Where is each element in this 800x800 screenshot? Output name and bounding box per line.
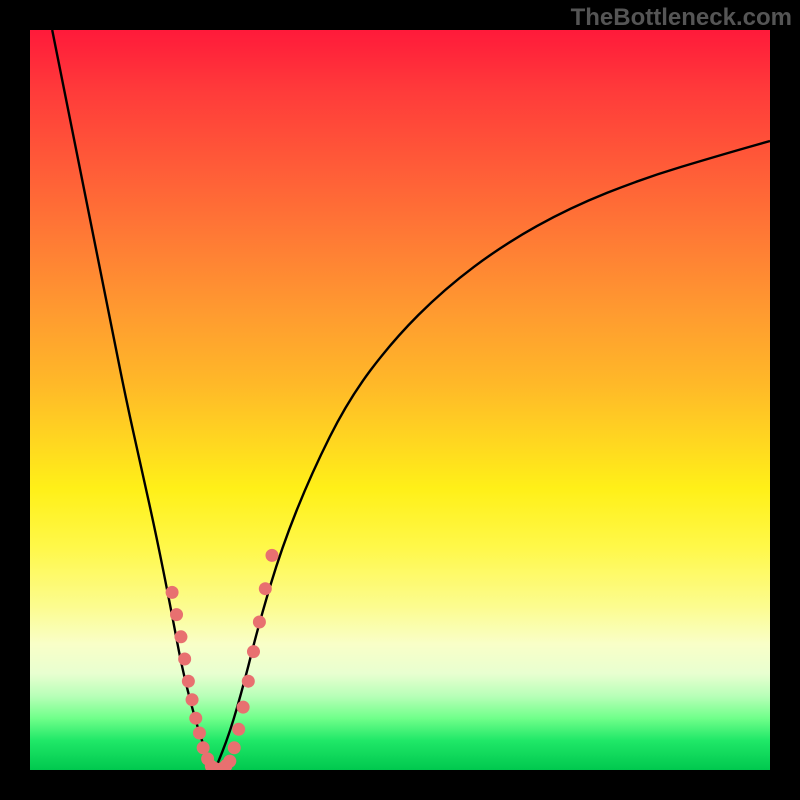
- curve-layer: [30, 30, 770, 770]
- data-marker: [197, 741, 210, 754]
- data-marker: [247, 645, 260, 658]
- marker-group: [166, 549, 279, 770]
- chart-frame: TheBottleneck.com: [0, 0, 800, 800]
- plot-area: [30, 30, 770, 770]
- data-marker: [237, 701, 250, 714]
- right-branch-path: [215, 141, 770, 770]
- data-marker: [178, 653, 191, 666]
- data-marker: [228, 741, 241, 754]
- data-marker: [223, 755, 236, 768]
- data-marker: [186, 693, 199, 706]
- data-marker: [265, 549, 278, 562]
- data-marker: [242, 675, 255, 688]
- data-marker: [174, 630, 187, 643]
- data-marker: [253, 616, 266, 629]
- data-marker: [189, 712, 202, 725]
- brand-watermark: TheBottleneck.com: [571, 4, 792, 32]
- data-marker: [182, 675, 195, 688]
- data-marker: [232, 723, 245, 736]
- data-marker: [193, 727, 206, 740]
- data-marker: [259, 582, 272, 595]
- data-marker: [170, 608, 183, 621]
- data-marker: [166, 586, 179, 599]
